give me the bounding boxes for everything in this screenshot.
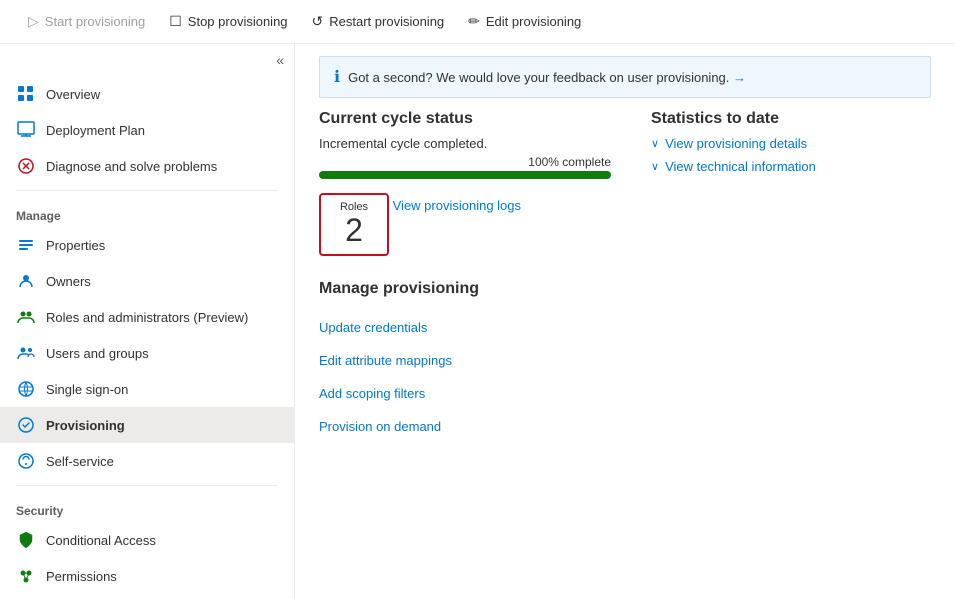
start-icon: ▷	[28, 13, 39, 30]
view-logs-label: View provisioning logs	[393, 198, 521, 213]
statistics-title: Statistics to date	[651, 110, 931, 128]
sidebar-item-roles-label: Roles and administrators (Preview)	[46, 310, 248, 325]
permissions-icon	[16, 566, 36, 586]
restart-label: Restart provisioning	[329, 14, 444, 29]
sidebar-item-diagnose-label: Diagnose and solve problems	[46, 159, 217, 174]
add-scoping-filters-link[interactable]: Add scoping filters	[319, 386, 611, 401]
roles-card-count: 2	[345, 213, 363, 248]
view-provisioning-details-item[interactable]: ∨ View provisioning details	[651, 136, 931, 151]
sidebar-item-conditional-access-label: Conditional Access	[46, 533, 156, 548]
banner-link[interactable]: →	[733, 70, 746, 85]
banner-message: Got a second? We would love your feedbac…	[348, 70, 729, 85]
restart-provisioning-button[interactable]: ↺ Restart provisioning	[300, 7, 457, 36]
sidebar-item-roles[interactable]: Roles and administrators (Preview)	[0, 299, 294, 335]
edit-attribute-mappings-link[interactable]: Edit attribute mappings	[319, 353, 611, 368]
progress-label: 100% complete	[319, 155, 611, 169]
edit-icon: ✏	[468, 13, 480, 30]
manage-provisioning-section: Manage provisioning Update credentials E…	[319, 280, 611, 434]
progress-bar-fill	[319, 171, 611, 179]
sidebar-item-overview-label: Overview	[46, 87, 100, 102]
info-banner: ℹ Got a second? We would love your feedb…	[319, 56, 931, 98]
sidebar-item-owners-label: Owners	[46, 274, 91, 289]
progress-bar-background	[319, 171, 611, 179]
users-groups-icon	[16, 343, 36, 363]
banner-arrow: →	[733, 70, 746, 85]
view-technical-info-item[interactable]: ∨ View technical information	[651, 159, 931, 174]
main-layout: « Overview Deployment Plan Diagnose and …	[0, 44, 955, 599]
left-column: Current cycle status Incremental cycle c…	[319, 110, 611, 434]
cycle-status-text: Incremental cycle completed.	[319, 136, 611, 151]
diagnose-icon	[16, 156, 36, 176]
restart-icon: ↺	[312, 13, 324, 30]
view-provisioning-logs-link[interactable]: View provisioning logs	[393, 198, 521, 213]
sidebar-item-overview[interactable]: Overview	[0, 76, 294, 112]
sidebar-item-self-service[interactable]: Self-service	[0, 443, 294, 479]
roles-card: Roles 2	[319, 193, 389, 256]
manage-provisioning-title: Manage provisioning	[319, 280, 611, 298]
start-label: Start provisioning	[45, 14, 145, 29]
collapse-button[interactable]: «	[0, 44, 294, 76]
start-provisioning-button[interactable]: ▷ Start provisioning	[16, 7, 157, 36]
current-cycle-title: Current cycle status	[319, 110, 611, 128]
sidebar-item-deployment-plan[interactable]: Deployment Plan	[0, 112, 294, 148]
sidebar-item-deployment-label: Deployment Plan	[46, 123, 145, 138]
sidebar-item-diagnose[interactable]: Diagnose and solve problems	[0, 148, 294, 184]
provisioning-icon	[16, 415, 36, 435]
stop-icon: ☐	[169, 13, 182, 30]
right-column: Statistics to date ∨ View provisioning d…	[651, 110, 931, 434]
banner-text: Got a second? We would love your feedbac…	[348, 70, 746, 85]
chevron-down-icon-1: ∨	[651, 137, 659, 150]
sidebar-item-users-groups-label: Users and groups	[46, 346, 149, 361]
conditional-access-icon	[16, 530, 36, 550]
view-technical-info-label: View technical information	[665, 159, 816, 174]
two-column-layout: Current cycle status Incremental cycle c…	[319, 110, 931, 434]
sidebar-item-permissions-label: Permissions	[46, 569, 117, 584]
manage-provisioning-links: Update credentials Edit attribute mappin…	[319, 306, 611, 434]
manage-section-label: Manage	[0, 197, 294, 227]
security-section-label: Security	[0, 492, 294, 522]
overview-icon	[16, 84, 36, 104]
sidebar-item-properties[interactable]: Properties	[0, 227, 294, 263]
sidebar-divider-1	[16, 190, 278, 191]
chevron-down-icon-2: ∨	[651, 160, 659, 173]
roles-icon	[16, 307, 36, 327]
sidebar-item-sso-label: Single sign-on	[46, 382, 128, 397]
sidebar-item-self-service-label: Self-service	[46, 454, 114, 469]
update-credentials-link[interactable]: Update credentials	[319, 320, 611, 335]
edit-label: Edit provisioning	[486, 14, 581, 29]
sidebar-divider-2	[16, 485, 278, 486]
provision-on-demand-link[interactable]: Provision on demand	[319, 419, 611, 434]
sidebar-item-conditional-access[interactable]: Conditional Access	[0, 522, 294, 558]
sso-icon	[16, 379, 36, 399]
self-service-icon	[16, 451, 36, 471]
sidebar: « Overview Deployment Plan Diagnose and …	[0, 44, 295, 599]
content-area: ℹ Got a second? We would love your feedb…	[295, 44, 955, 599]
collapse-icon: «	[276, 52, 284, 68]
sidebar-item-token-encryption[interactable]: Token encryption	[0, 594, 294, 599]
stop-provisioning-button[interactable]: ☐ Stop provisioning	[157, 7, 299, 36]
deployment-icon	[16, 120, 36, 140]
properties-icon	[16, 235, 36, 255]
sidebar-item-provisioning[interactable]: Provisioning	[0, 407, 294, 443]
sidebar-item-permissions[interactable]: Permissions	[0, 558, 294, 594]
sidebar-item-properties-label: Properties	[46, 238, 105, 253]
toolbar: ▷ Start provisioning ☐ Stop provisioning…	[0, 0, 955, 44]
sidebar-item-owners[interactable]: Owners	[0, 263, 294, 299]
sidebar-item-sso[interactable]: Single sign-on	[0, 371, 294, 407]
sidebar-item-users-groups[interactable]: Users and groups	[0, 335, 294, 371]
stop-label: Stop provisioning	[188, 14, 288, 29]
view-provisioning-details-label: View provisioning details	[665, 136, 807, 151]
sidebar-item-provisioning-label: Provisioning	[46, 418, 125, 433]
edit-provisioning-button[interactable]: ✏ Edit provisioning	[456, 7, 593, 36]
statistics-section: ∨ View provisioning details ∨ View techn…	[651, 136, 931, 174]
owners-icon	[16, 271, 36, 291]
info-icon: ℹ	[334, 67, 340, 87]
